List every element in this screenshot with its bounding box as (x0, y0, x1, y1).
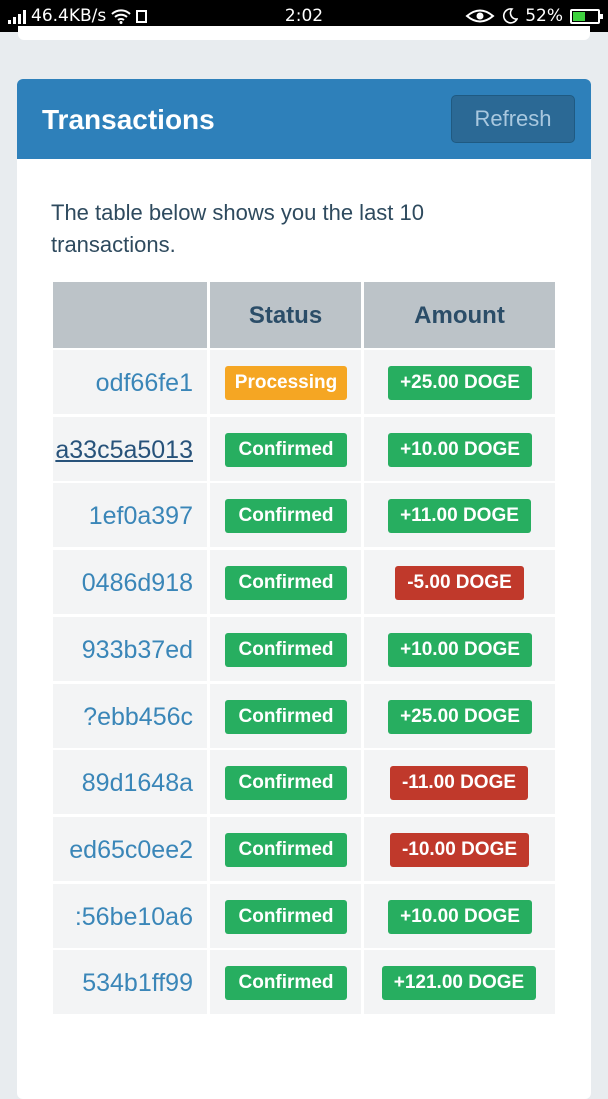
table-row-amount-cell: +25.00 DOGE (364, 350, 555, 414)
amount-badge: +121.00 DOGE (382, 966, 536, 1001)
amount-badge: -11.00 DOGE (390, 766, 528, 801)
status-badge: Confirmed (225, 632, 347, 667)
table-row-hash-cell: 1ef0a397 (53, 483, 207, 548)
signal-icon (8, 8, 26, 24)
table-row-status-cell: Confirmed (210, 483, 361, 548)
table-row-hash-cell: ?ebb456c (53, 683, 207, 748)
transaction-hash-link[interactable]: 534b1ff99 (82, 950, 193, 1014)
transaction-hash-link[interactable]: ?ebb456c (83, 684, 193, 748)
table-row-amount-cell: +121.00 DOGE (364, 950, 555, 1015)
table-row-status-cell: Processing (210, 350, 361, 414)
table-row-hash-cell: ed65c0ee2 (53, 816, 207, 881)
amount-badge: +10.00 DOGE (388, 899, 532, 934)
amount-badge: -5.00 DOGE (395, 566, 524, 601)
amount-badge: +25.00 DOGE (388, 699, 532, 734)
table-row-status-cell: Confirmed (210, 683, 361, 748)
table-row-hash-cell: odf66fe1 (53, 350, 207, 414)
table-row-status-cell: Confirmed (210, 950, 361, 1015)
table-row-amount-cell: +10.00 DOGE (364, 416, 555, 481)
status-badge: Confirmed (225, 432, 347, 467)
status-badge: Confirmed (225, 966, 347, 1001)
amount-badge: -10.00 DOGE (390, 832, 529, 867)
panel-header: Transactions Refresh (17, 79, 591, 159)
table-row-hash-cell: 534b1ff99 (53, 950, 207, 1015)
amount-badge: +25.00 DOGE (388, 366, 532, 400)
column-header-status: Status (210, 282, 361, 348)
table-row-hash-cell: 933b37ed (53, 616, 207, 681)
transaction-hash-link[interactable]: odf66fe1 (96, 350, 193, 414)
moon-icon (503, 8, 519, 24)
transaction-hash-link[interactable]: 1ef0a397 (89, 483, 193, 547)
amount-badge: +10.00 DOGE (388, 632, 532, 667)
status-badge: Confirmed (225, 566, 347, 601)
table-description: The table below shows you the last 10 tr… (51, 200, 425, 257)
eye-icon (465, 9, 495, 23)
wifi-icon (111, 9, 131, 24)
battery-percent: 52% (525, 6, 563, 26)
status-badge: Confirmed (225, 832, 347, 867)
status-badge: Confirmed (225, 766, 347, 801)
transaction-hash-link[interactable]: 0486d918 (82, 550, 193, 614)
table-row-hash-cell: 0486d918 (53, 550, 207, 615)
transactions-table[interactable]: Status Amount odf66fe1 Processing +25.00 DOG… (53, 282, 555, 1022)
transaction-hash-link[interactable]: ed65c0ee2 (69, 817, 193, 881)
table-row-amount-cell: +10.00 DOGE (364, 616, 555, 681)
status-badge: Confirmed (225, 499, 347, 534)
transaction-hash-link[interactable]: 933b37ed (82, 617, 193, 681)
status-badge: Confirmed (225, 699, 347, 734)
amount-badge: +10.00 DOGE (388, 432, 532, 467)
table-row-status-cell: Confirmed (210, 883, 361, 948)
column-header-hash (53, 282, 207, 348)
transaction-hash-link[interactable]: 89d1648a (82, 750, 193, 814)
table-row-status-cell: Confirmed (210, 616, 361, 681)
status-badge: Processing (225, 366, 347, 400)
table-row-amount-cell: +10.00 DOGE (364, 883, 555, 948)
table-row-amount-cell: +11.00 DOGE (364, 483, 555, 548)
transactions-panel: Transactions Refresh The table below sho… (17, 79, 591, 1099)
table-row-amount-cell: -5.00 DOGE (364, 550, 555, 615)
table-row-amount-cell: +25.00 DOGE (364, 683, 555, 748)
table-row-amount-cell: -10.00 DOGE (364, 816, 555, 881)
table-row-status-cell: Confirmed (210, 416, 361, 481)
table-row-hash-cell: 89d1648a (53, 750, 207, 815)
table-row-amount-cell: -11.00 DOGE (364, 750, 555, 815)
net-speed: 46.4KB/s (31, 6, 107, 26)
table-row-hash-cell: a33c5a5013 (53, 416, 207, 481)
refresh-button[interactable]: Refresh (451, 95, 575, 143)
column-header-amount: Amount (364, 282, 555, 348)
table-row-hash-cell: :56be10a6 (53, 883, 207, 948)
table-row-status-cell: Confirmed (210, 750, 361, 815)
previous-card (18, 26, 590, 40)
notification-icon (136, 9, 148, 23)
transaction-hash-link[interactable]: :56be10a6 (75, 884, 193, 948)
status-badge: Confirmed (225, 899, 347, 934)
table-row-status-cell: Confirmed (210, 816, 361, 881)
table-row-status-cell: Confirmed (210, 550, 361, 615)
panel-title: Transactions (42, 104, 215, 135)
battery-icon (570, 8, 603, 24)
amount-badge: +11.00 DOGE (388, 499, 531, 534)
transaction-hash-link[interactable]: a33c5a5013 (55, 417, 193, 481)
